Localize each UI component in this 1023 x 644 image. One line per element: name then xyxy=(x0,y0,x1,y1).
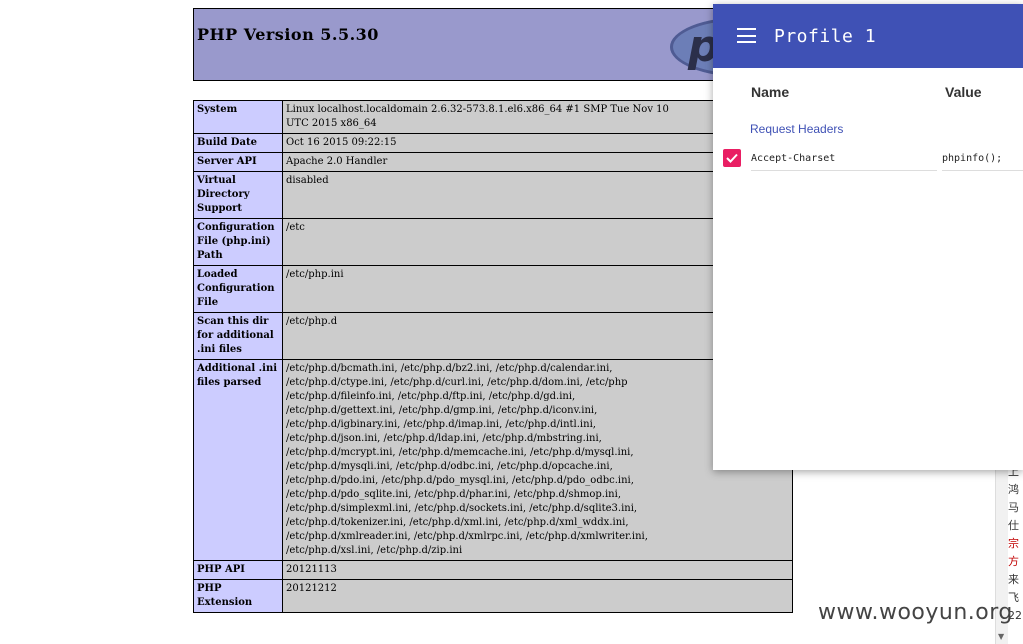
side-char: 来 xyxy=(1008,573,1019,586)
table-row-key: Additional .ini files parsed xyxy=(193,359,283,561)
side-char: 鸿 xyxy=(1008,483,1019,496)
scroll-down-arrow-icon[interactable]: ▼ xyxy=(998,632,1004,641)
column-header-value: Value xyxy=(945,84,982,100)
table-row-key: System xyxy=(193,100,283,134)
header-enabled-checkbox[interactable] xyxy=(723,149,741,167)
table-row: Additional .ini files parsed/etc/php.d/b… xyxy=(193,359,793,561)
header-value-input[interactable]: phpinfo(); xyxy=(942,147,1023,171)
table-row-value: 20121212 xyxy=(282,579,793,613)
table-row-key: PHP Extension xyxy=(193,579,283,613)
table-row: Virtual Directory Support disabled xyxy=(193,171,793,219)
table-row-key: Server API xyxy=(193,152,283,172)
table-row: PHP API 20121113 xyxy=(193,560,793,580)
profile-title: Profile 1 xyxy=(774,26,877,47)
table-row-value: 20121113 xyxy=(282,560,793,580)
side-char: 仕 xyxy=(1008,519,1019,532)
table-row-key: Build Date xyxy=(193,133,283,153)
table-row-key: Loaded Configuration File xyxy=(193,265,283,313)
profile-panel: Profile 1 Name Value Request Headers Acc… xyxy=(713,4,1023,470)
table-row-key: Configuration File (php.ini) Path xyxy=(193,218,283,266)
table-row-key: PHP API xyxy=(193,560,283,580)
php-version-title: PHP Version 5.5.30 xyxy=(197,25,379,44)
table-row: Configuration File (php.ini) Path/etc xyxy=(193,218,793,266)
check-icon xyxy=(726,153,738,163)
table-row: Scan this dir for additional .ini files /… xyxy=(193,312,793,360)
side-char: 马 xyxy=(1008,501,1019,514)
table-row-key: Virtual Directory Support xyxy=(193,171,283,219)
table-row: PHP Extension 20121212 xyxy=(193,579,793,613)
php-version-header: PHP Version 5.5.30 php xyxy=(193,8,791,81)
watermark: www.wooyun.org xyxy=(818,600,1013,625)
table-row: Server API Apache 2.0 Handler xyxy=(193,152,793,172)
panel-header: Profile 1 xyxy=(713,4,1023,68)
table-row-key: Scan this dir for additional .ini files xyxy=(193,312,283,360)
phpinfo-table: System Linux localhost.localdomain 2.6.32… xyxy=(193,100,793,613)
table-row: System Linux localhost.localdomain 2.6.32… xyxy=(193,100,793,134)
side-char: 方 xyxy=(1008,555,1019,568)
side-char: 宗 xyxy=(1008,537,1019,550)
request-headers-label: Request Headers xyxy=(750,122,844,136)
table-row: Build Date Oct 16 2015 09:22:15 xyxy=(193,133,793,153)
column-header-name: Name xyxy=(751,84,790,100)
table-row: Loaded Configuration File/etc/php.ini xyxy=(193,265,793,313)
menu-icon[interactable] xyxy=(737,28,756,43)
header-name-input[interactable]: Accept-Charset xyxy=(751,147,937,171)
